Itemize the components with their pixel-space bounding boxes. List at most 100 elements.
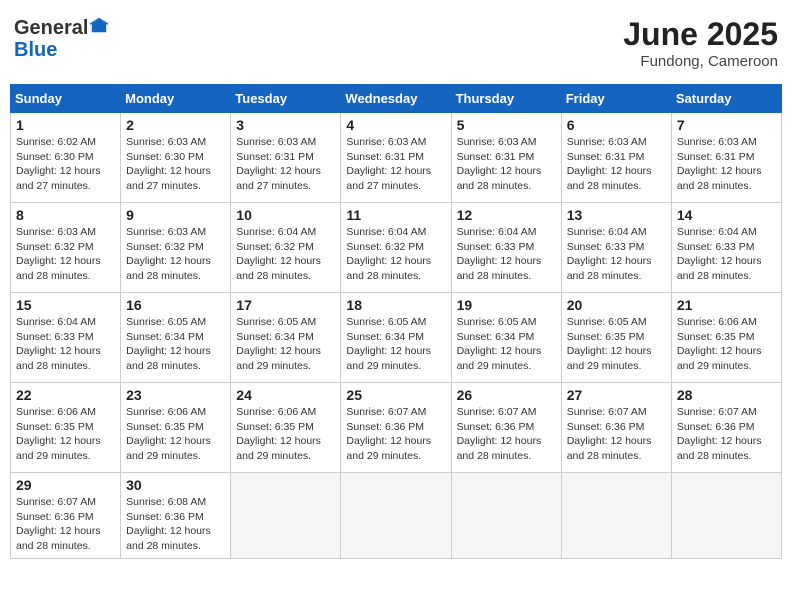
day-info: Sunrise: 6:03 AM Sunset: 6:31 PM Dayligh…: [677, 135, 776, 194]
calendar-day-cell: 20 Sunrise: 6:05 AM Sunset: 6:35 PM Dayli…: [561, 293, 671, 383]
calendar-day-cell: 2 Sunrise: 6:03 AM Sunset: 6:30 PM Daylig…: [121, 113, 231, 203]
day-info: Sunrise: 6:04 AM Sunset: 6:33 PM Dayligh…: [457, 225, 556, 284]
calendar-day-cell: 8 Sunrise: 6:03 AM Sunset: 6:32 PM Daylig…: [11, 203, 121, 293]
calendar: SundayMondayTuesdayWednesdayThursdayFrid…: [10, 84, 782, 559]
header-tuesday: Tuesday: [231, 85, 341, 113]
day-number: 25: [346, 387, 445, 403]
calendar-day-cell: [341, 473, 451, 559]
calendar-day-cell: 14Sunrise: 6:04 AM Sunset: 6:33 PM Dayli…: [671, 203, 781, 293]
day-number: 3: [236, 117, 335, 133]
day-info: Sunrise: 6:05 AM Sunset: 6:34 PM Dayligh…: [126, 315, 225, 374]
calendar-day-cell: 23Sunrise: 6:06 AM Sunset: 6:35 PM Dayli…: [121, 383, 231, 473]
day-info: Sunrise: 6:05 AM Sunset: 6:35 PM Dayligh…: [567, 315, 666, 374]
month-title: June 2025: [623, 16, 778, 53]
day-info: Sunrise: 6:05 AM Sunset: 6:34 PM Dayligh…: [457, 315, 556, 374]
day-number: 26: [457, 387, 556, 403]
day-number: 28: [677, 387, 776, 403]
day-number: 7: [677, 117, 776, 133]
day-info: Sunrise: 6:06 AM Sunset: 6:35 PM Dayligh…: [16, 405, 115, 464]
day-info: Sunrise: 6:03 AM Sunset: 6:31 PM Dayligh…: [567, 135, 666, 194]
day-info: Sunrise: 6:04 AM Sunset: 6:32 PM Dayligh…: [236, 225, 335, 284]
title-area: June 2025 Fundong, Cameroon: [623, 16, 778, 70]
calendar-day-cell: 19Sunrise: 6:05 AM Sunset: 6:34 PM Dayli…: [451, 293, 561, 383]
day-number: 16: [126, 297, 225, 313]
day-info: Sunrise: 6:03 AM Sunset: 6:30 PM Dayligh…: [126, 135, 225, 194]
day-number: 18: [346, 297, 445, 313]
day-number: 14: [677, 207, 776, 223]
header-monday: Monday: [121, 85, 231, 113]
calendar-day-cell: 9 Sunrise: 6:03 AM Sunset: 6:32 PM Daylig…: [121, 203, 231, 293]
day-info: Sunrise: 6:06 AM Sunset: 6:35 PM Dayligh…: [677, 315, 776, 374]
calendar-day-cell: [561, 473, 671, 559]
calendar-day-cell: [671, 473, 781, 559]
day-info: Sunrise: 6:03 AM Sunset: 6:31 PM Dayligh…: [236, 135, 335, 194]
day-info: Sunrise: 6:02 AM Sunset: 6:30 PM Dayligh…: [16, 135, 115, 194]
calendar-day-cell: 21 Sunrise: 6:06 AM Sunset: 6:35 PM Dayli…: [671, 293, 781, 383]
calendar-day-cell: 1 Sunrise: 6:02 AM Sunset: 6:30 PM Daylig…: [11, 113, 121, 203]
calendar-day-cell: [231, 473, 341, 559]
day-info: Sunrise: 6:04 AM Sunset: 6:33 PM Dayligh…: [567, 225, 666, 284]
day-number: 2: [126, 117, 225, 133]
day-number: 5: [457, 117, 556, 133]
calendar-week-row: 29 Sunrise: 6:07 AM Sunset: 6:36 PM Dayli…: [11, 473, 782, 559]
day-number: 24: [236, 387, 335, 403]
day-number: 22: [16, 387, 115, 403]
calendar-day-cell: 7 Sunrise: 6:03 AM Sunset: 6:31 PM Daylig…: [671, 113, 781, 203]
calendar-day-cell: 25 Sunrise: 6:07 AM Sunset: 6:36 PM Dayli…: [341, 383, 451, 473]
day-info: Sunrise: 6:06 AM Sunset: 6:35 PM Dayligh…: [236, 405, 335, 464]
calendar-day-cell: 13 Sunrise: 6:04 AM Sunset: 6:33 PM Dayli…: [561, 203, 671, 293]
calendar-day-cell: 22 Sunrise: 6:06 AM Sunset: 6:35 PM Dayli…: [11, 383, 121, 473]
day-info: Sunrise: 6:03 AM Sunset: 6:32 PM Dayligh…: [16, 225, 115, 284]
calendar-day-cell: 10Sunrise: 6:04 AM Sunset: 6:32 PM Dayli…: [231, 203, 341, 293]
day-number: 13: [567, 207, 666, 223]
calendar-day-cell: 3 Sunrise: 6:03 AM Sunset: 6:31 PM Daylig…: [231, 113, 341, 203]
day-info: Sunrise: 6:07 AM Sunset: 6:36 PM Dayligh…: [457, 405, 556, 464]
calendar-day-cell: 18 Sunrise: 6:05 AM Sunset: 6:34 PM Dayli…: [341, 293, 451, 383]
day-number: 30: [126, 477, 225, 493]
day-info: Sunrise: 6:08 AM Sunset: 6:36 PM Dayligh…: [126, 495, 225, 554]
header-wednesday: Wednesday: [341, 85, 451, 113]
day-number: 21: [677, 297, 776, 313]
day-info: Sunrise: 6:07 AM Sunset: 6:36 PM Dayligh…: [346, 405, 445, 464]
logo-general-text: General: [14, 17, 88, 39]
location: Fundong, Cameroon: [623, 53, 778, 70]
header-thursday: Thursday: [451, 85, 561, 113]
calendar-week-row: 22 Sunrise: 6:06 AM Sunset: 6:35 PM Dayli…: [11, 383, 782, 473]
calendar-day-cell: 24 Sunrise: 6:06 AM Sunset: 6:35 PM Dayli…: [231, 383, 341, 473]
day-info: Sunrise: 6:03 AM Sunset: 6:32 PM Dayligh…: [126, 225, 225, 284]
day-number: 27: [567, 387, 666, 403]
logo-icon: [90, 16, 108, 34]
calendar-day-cell: 17Sunrise: 6:05 AM Sunset: 6:34 PM Dayli…: [231, 293, 341, 383]
day-number: 6: [567, 117, 666, 133]
day-info: Sunrise: 6:07 AM Sunset: 6:36 PM Dayligh…: [567, 405, 666, 464]
day-info: Sunrise: 6:07 AM Sunset: 6:36 PM Dayligh…: [16, 495, 115, 554]
day-number: 20: [567, 297, 666, 313]
day-info: Sunrise: 6:05 AM Sunset: 6:34 PM Dayligh…: [346, 315, 445, 374]
day-number: 29: [16, 477, 115, 493]
day-info: Sunrise: 6:03 AM Sunset: 6:31 PM Dayligh…: [457, 135, 556, 194]
header: General Blue June 2025 Fundong, Cameroon: [10, 10, 782, 76]
calendar-day-cell: 5 Sunrise: 6:03 AM Sunset: 6:31 PM Daylig…: [451, 113, 561, 203]
day-number: 8: [16, 207, 115, 223]
calendar-day-cell: 29 Sunrise: 6:07 AM Sunset: 6:36 PM Dayli…: [11, 473, 121, 559]
calendar-day-cell: 30 Sunrise: 6:08 AM Sunset: 6:36 PM Dayli…: [121, 473, 231, 559]
day-number: 1: [16, 117, 115, 133]
header-saturday: Saturday: [671, 85, 781, 113]
calendar-day-cell: 28Sunrise: 6:07 AM Sunset: 6:36 PM Dayli…: [671, 383, 781, 473]
day-number: 15: [16, 297, 115, 313]
day-number: 4: [346, 117, 445, 133]
day-info: Sunrise: 6:06 AM Sunset: 6:35 PM Dayligh…: [126, 405, 225, 464]
logo: General Blue: [14, 16, 108, 61]
day-number: 11: [346, 207, 445, 223]
day-number: 12: [457, 207, 556, 223]
header-sunday: Sunday: [11, 85, 121, 113]
calendar-week-row: 15Sunrise: 6:04 AM Sunset: 6:33 PM Dayli…: [11, 293, 782, 383]
header-friday: Friday: [561, 85, 671, 113]
calendar-day-cell: 12 Sunrise: 6:04 AM Sunset: 6:33 PM Dayli…: [451, 203, 561, 293]
day-number: 9: [126, 207, 225, 223]
calendar-day-cell: 4 Sunrise: 6:03 AM Sunset: 6:31 PM Daylig…: [341, 113, 451, 203]
calendar-day-cell: [451, 473, 561, 559]
calendar-day-cell: 26 Sunrise: 6:07 AM Sunset: 6:36 PM Dayli…: [451, 383, 561, 473]
calendar-week-row: 1 Sunrise: 6:02 AM Sunset: 6:30 PM Daylig…: [11, 113, 782, 203]
day-info: Sunrise: 6:03 AM Sunset: 6:31 PM Dayligh…: [346, 135, 445, 194]
